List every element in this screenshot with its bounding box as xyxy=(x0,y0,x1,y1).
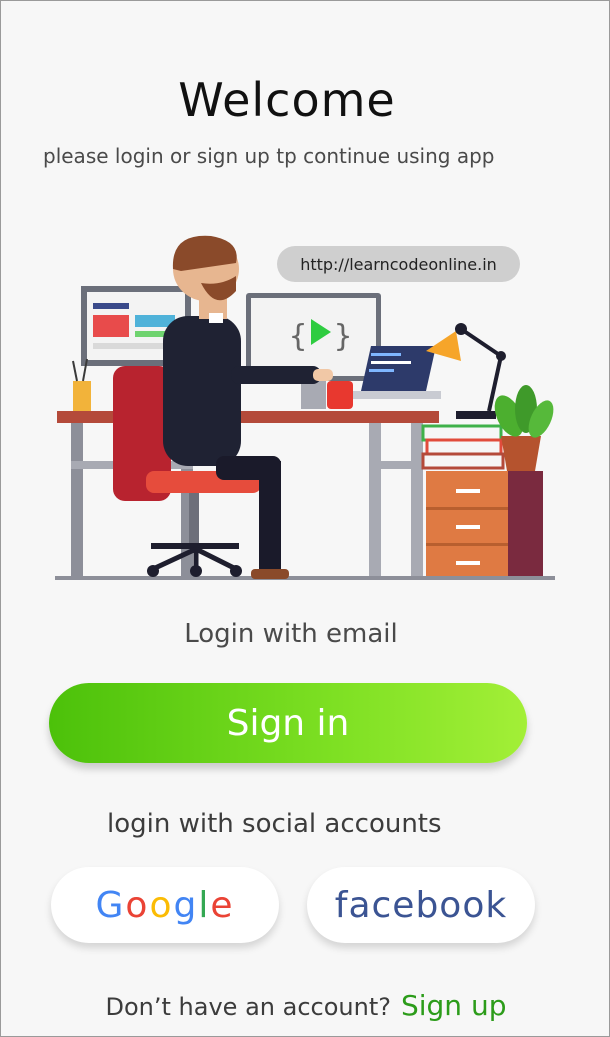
google-letter: o xyxy=(125,884,150,926)
page-title: Welcome xyxy=(178,73,396,127)
google-letter: e xyxy=(210,884,235,926)
person-body xyxy=(163,316,241,466)
laptop-screen xyxy=(361,346,436,391)
google-letter: G xyxy=(95,884,126,926)
signup-prompt: Don’t have an account? Sign up xyxy=(1,989,610,1022)
svg-text:}: } xyxy=(334,319,352,354)
social-accounts-label: login with social accounts xyxy=(107,809,442,839)
app-screen: Welcome please login or sign up tp conti… xyxy=(0,0,610,1037)
sign-in-button[interactable]: Sign in xyxy=(49,683,527,763)
google-letter: l xyxy=(198,884,211,926)
facebook-login-button[interactable]: facebook xyxy=(307,867,535,943)
google-login-button[interactable]: Google xyxy=(51,867,279,943)
login-with-email-label: Login with email xyxy=(184,619,398,649)
url-badge: http://learncodeonline.in xyxy=(277,246,520,282)
sign-up-link[interactable]: Sign up xyxy=(401,989,507,1022)
no-account-text: Don’t have an account? xyxy=(105,993,391,1021)
svg-text:{: { xyxy=(289,319,307,354)
developer-at-desk-illustration: { } xyxy=(55,235,555,580)
google-letter: o xyxy=(149,884,174,926)
google-letter: g xyxy=(173,884,199,926)
page-subtitle: please login or sign up tp continue usin… xyxy=(43,144,495,168)
